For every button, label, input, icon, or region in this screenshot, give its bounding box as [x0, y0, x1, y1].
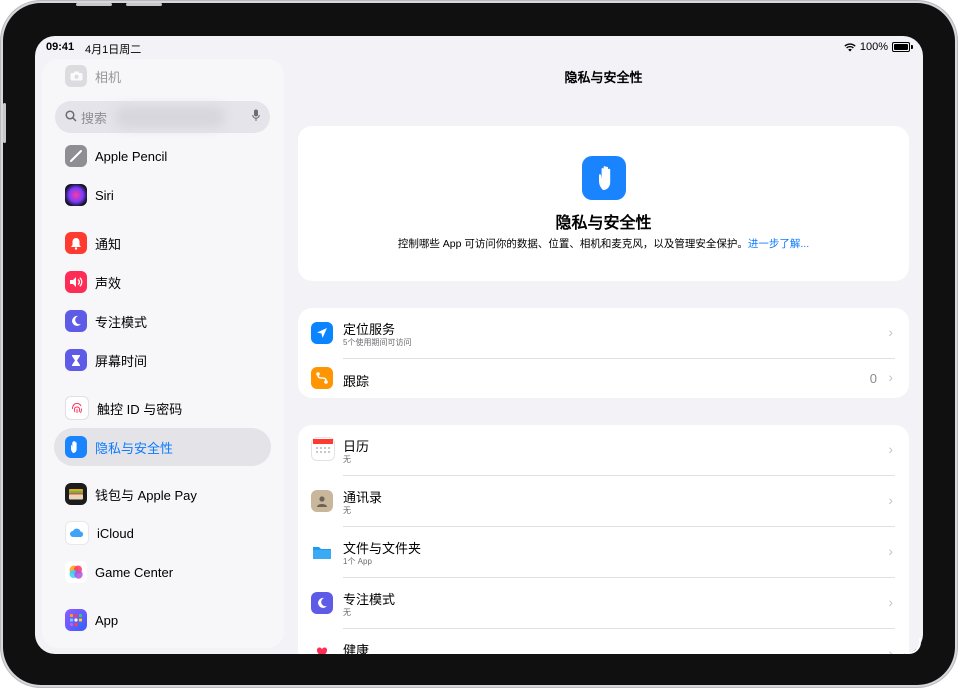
sidebar-item-wallet[interactable]: 钱包与 Apple Pay — [54, 475, 271, 513]
sidebar-item-label: 屏幕时间 — [95, 353, 148, 369]
sidebar: 相机 搜索 Apple Pencil Siri 通知 声效 专注模式 屏幕时间 … — [42, 59, 284, 648]
chevron-right-icon: › — [888, 324, 893, 340]
sidebar-item-privacy[interactable]: 隐私与安全性 — [54, 428, 271, 466]
app-permissions-group: 日历 无 › 通讯录 无 › 文件与文件夹 1个 App › 专注模式 无 › … — [298, 425, 909, 654]
sidebar-item-label: App — [95, 612, 119, 628]
row-subtitle: 1个 App — [343, 557, 372, 566]
row-title: 健康 — [343, 643, 370, 654]
sidebar-item-label: 隐私与安全性 — [95, 440, 174, 456]
status-time: 09:41 — [46, 41, 75, 53]
row-title: 跟踪 — [343, 374, 370, 389]
chevron-right-icon: › — [888, 441, 893, 457]
sidebar-item-label: 通知 — [95, 236, 122, 252]
sidebar-item-label: Siri — [95, 187, 114, 203]
battery-icon — [892, 42, 910, 52]
sidebar-item-sounds[interactable]: 声效 — [54, 263, 271, 301]
sidebar-item-screen-time[interactable]: 屏幕时间 — [54, 341, 271, 379]
sidebar-item-icloud[interactable]: iCloud — [54, 514, 271, 552]
game-center-icon — [65, 561, 87, 583]
sidebar-item-label: Game Center — [95, 564, 174, 580]
location-tracking-group: 定位服务 5个使用期间可访问 › 跟踪 0 › — [298, 308, 909, 398]
sidebar-item-camera[interactable]: 相机 — [54, 59, 271, 95]
contacts-row[interactable]: 通讯录 无 › — [298, 476, 909, 526]
page-title: 隐私与安全性 — [564, 70, 643, 85]
side-button — [3, 103, 6, 143]
bell-icon — [65, 232, 87, 254]
sidebar-item-label: Apple Pencil — [95, 148, 168, 164]
camera-icon — [65, 65, 87, 87]
folder-icon — [311, 541, 333, 563]
sidebar-item-touch-id[interactable]: 触控 ID 与密码 — [54, 389, 271, 427]
hand-icon — [582, 156, 626, 200]
speaker-icon — [65, 271, 87, 293]
sidebar-item-label: 触控 ID 与密码 — [97, 401, 183, 417]
row-title: 定位服务 — [343, 322, 396, 337]
hero-description-text: 控制哪些 App 可访问你的数据、位置、相机和麦克风，以及管理安全保护。 — [397, 238, 748, 250]
wallet-icon — [65, 483, 87, 505]
files-folders-row[interactable]: 文件与文件夹 1个 App › — [298, 527, 909, 577]
moon-icon — [311, 592, 333, 614]
calendars-row[interactable]: 日历 无 › — [298, 425, 909, 475]
siri-icon — [65, 184, 87, 206]
sidebar-item-focus[interactable]: 专注模式 — [54, 302, 271, 340]
sidebar-item-label: 专注模式 — [95, 314, 148, 330]
location-arrow-icon — [311, 322, 333, 344]
row-subtitle: 5个使用期间可访问 — [343, 338, 412, 347]
apps-grid-icon — [65, 609, 87, 631]
location-services-row[interactable]: 定位服务 5个使用期间可访问 › — [298, 308, 909, 358]
hand-icon — [65, 436, 87, 458]
screen: 09:41 4月1日周二 100% 相机 搜索 Apple Pencil Sir… — [35, 36, 923, 654]
row-title: 日历 — [343, 439, 370, 454]
sidebar-item-apps[interactable]: App — [54, 601, 271, 639]
chevron-right-icon: › — [888, 543, 893, 559]
chevron-right-icon: › — [888, 369, 893, 385]
status-date: 4月1日周二 — [85, 44, 142, 56]
privacy-hero-card: 隐私与安全性 控制哪些 App 可访问你的数据、位置、相机和麦克风，以及管理安全… — [298, 126, 909, 281]
heart-icon — [311, 641, 333, 654]
top-button — [76, 3, 112, 6]
sidebar-item-label: iCloud — [97, 525, 134, 541]
health-row[interactable]: 健康 › — [298, 629, 909, 654]
search-field[interactable]: 搜索 — [55, 101, 270, 133]
calendar-icon — [311, 437, 335, 461]
pencil-icon — [65, 145, 87, 167]
cloud-icon — [65, 521, 89, 545]
tracking-icon — [311, 367, 333, 389]
sidebar-item-label: 声效 — [95, 275, 122, 291]
tracking-count: 0 — [869, 371, 877, 386]
hero-description: 控制哪些 App 可访问你的数据、位置、相机和麦克风，以及管理安全保护。进一步了… — [298, 236, 909, 251]
fingerprint-icon — [65, 396, 89, 420]
row-subtitle: 无 — [343, 506, 351, 515]
focus-row[interactable]: 专注模式 无 › — [298, 578, 909, 628]
microphone-icon[interactable] — [252, 109, 260, 125]
hourglass-icon — [65, 349, 87, 371]
sidebar-item-game-center[interactable]: Game Center — [54, 553, 271, 591]
learn-more-link[interactable]: 进一步了解... — [748, 238, 809, 250]
search-blur — [115, 106, 225, 128]
chevron-right-icon: › — [888, 594, 893, 610]
tracking-row[interactable]: 跟踪 0 › — [298, 358, 909, 398]
battery-percent: 100% — [859, 41, 888, 53]
sidebar-item-apple-pencil[interactable]: Apple Pencil — [54, 137, 271, 175]
row-subtitle: 无 — [343, 455, 351, 464]
sidebar-item-label: 相机 — [95, 69, 122, 85]
row-title: 文件与文件夹 — [343, 541, 422, 556]
sidebar-item-label: 钱包与 Apple Pay — [95, 487, 197, 503]
sidebar-item-notifications[interactable]: 通知 — [54, 224, 271, 262]
status-bar: 09:41 4月1日周二 100% — [35, 36, 923, 58]
row-subtitle: 无 — [343, 608, 351, 617]
row-title: 通讯录 — [343, 490, 383, 505]
search-icon — [65, 109, 77, 125]
sidebar-item-siri[interactable]: Siri — [54, 176, 271, 214]
chevron-right-icon: › — [888, 645, 893, 654]
moon-icon — [65, 310, 87, 332]
contacts-icon — [311, 490, 333, 512]
wifi-icon — [844, 42, 856, 51]
row-title: 专注模式 — [343, 592, 396, 607]
top-button — [126, 3, 162, 6]
chevron-right-icon: › — [888, 492, 893, 508]
hero-title: 隐私与安全性 — [555, 215, 652, 232]
